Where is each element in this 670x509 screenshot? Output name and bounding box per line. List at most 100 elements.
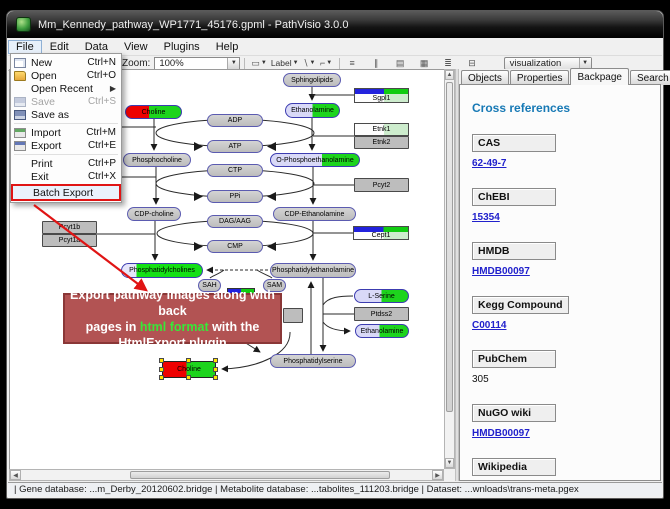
- file-menu-item-new[interactable]: NewCtrl+N: [11, 56, 121, 69]
- xref-database-header[interactable]: HMDB: [472, 242, 556, 260]
- xref-database-header[interactable]: ChEBI: [472, 188, 556, 206]
- xref-database-header[interactable]: NuGO wiki: [472, 404, 556, 422]
- toolbar-separator: [339, 58, 340, 69]
- title-bar[interactable]: Mm_Kennedy_pathway_WP1771_45176.gpml - P…: [7, 11, 663, 38]
- sidebar-splitter[interactable]: [455, 69, 459, 481]
- file-menu-item-open[interactable]: OpenCtrl+O: [11, 69, 121, 82]
- pathway-node-sgpl1[interactable]: Sgpl1: [354, 88, 409, 103]
- pathway-node-ppi[interactable]: PPi: [207, 190, 263, 203]
- xref-database-header[interactable]: Wikipedia: [472, 458, 556, 476]
- page-setup-icon[interactable]: ⊟: [464, 57, 481, 70]
- menu-help[interactable]: Help: [208, 40, 247, 54]
- menu-item-label: Save as: [31, 109, 69, 121]
- pathway-node-pcyt2[interactable]: Pcyt2: [354, 178, 409, 192]
- xref-database-header[interactable]: CAS: [472, 134, 556, 152]
- menu-file[interactable]: File: [8, 40, 42, 54]
- xref-database-header[interactable]: PubChem: [472, 350, 556, 368]
- file-menu-item-print[interactable]: PrintCtrl+P: [11, 157, 121, 170]
- sidebar-tabs: ObjectsPropertiesBackpageSearchLegend: [461, 69, 661, 85]
- xref-section: PubChem305: [472, 331, 648, 385]
- xref-link[interactable]: 15354: [472, 212, 648, 223]
- selection-handle[interactable]: [186, 375, 191, 380]
- menu-data[interactable]: Data: [77, 40, 116, 54]
- pathway-node-pcyt1b[interactable]: Pcyt1b: [42, 221, 97, 234]
- selection-handle[interactable]: [159, 367, 164, 372]
- visualization-dropdown-arrow-icon[interactable]: ▼: [579, 58, 591, 69]
- menu-view[interactable]: View: [116, 40, 156, 54]
- pathway-node-phosphatidylserine[interactable]: Phosphatidylserine: [270, 354, 356, 368]
- menu-item-label: Open: [31, 70, 57, 82]
- zoom-dropdown-arrow-icon[interactable]: ▼: [227, 58, 239, 69]
- tab-properties[interactable]: Properties: [510, 70, 570, 85]
- pathway-node-etnk2[interactable]: Etnk2: [354, 136, 409, 149]
- printer-icon[interactable]: ≣: [440, 57, 457, 70]
- stack-horizontal-icon[interactable]: ▤: [392, 57, 409, 70]
- menu-plugins[interactable]: Plugins: [156, 40, 208, 54]
- file-menu-item-export[interactable]: ExportCtrl+E: [11, 139, 121, 152]
- pathway-node-atp[interactable]: ATP: [207, 140, 263, 153]
- pathway-node-o-phosphoethanolamine[interactable]: O-Phosphoethanolamine: [270, 153, 360, 167]
- pathway-node-cdp-ethanolamine[interactable]: CDP-Ethanolamine: [273, 207, 356, 221]
- vertical-scroll-thumb[interactable]: [446, 82, 453, 412]
- label-tool-button[interactable]: Label▼: [269, 57, 301, 70]
- selection-handle[interactable]: [213, 367, 218, 372]
- stamp-tool-icon[interactable]: ≡: [344, 57, 361, 70]
- file-menu-item-open-recent[interactable]: Open Recent▶: [11, 82, 121, 95]
- pathway-node-ctp[interactable]: CTP: [207, 164, 263, 177]
- tab-objects[interactable]: Objects: [461, 70, 509, 85]
- selection-handle[interactable]: [159, 358, 164, 363]
- file-menu-item-batch-export[interactable]: Batch Export: [13, 186, 119, 199]
- stack-vertical-icon[interactable]: ▦: [416, 57, 433, 70]
- tab-search[interactable]: Search: [630, 70, 670, 85]
- pathway-node-adp[interactable]: ADP: [207, 114, 263, 127]
- pathway-node-phosphatidylethanolamine[interactable]: Phosphatidylethanolamine: [270, 263, 356, 278]
- selection-handle[interactable]: [186, 358, 191, 363]
- xref-database-header[interactable]: Kegg Compound: [472, 296, 569, 314]
- zoom-combobox[interactable]: 100% ▼: [154, 57, 240, 70]
- scroll-down-arrow-icon[interactable]: ▼: [445, 458, 454, 468]
- horizontal-scroll-thumb[interactable]: [130, 471, 390, 479]
- pathway-node-sphingolipids[interactable]: Sphingolipids: [283, 73, 341, 87]
- pathway-node-phosphatidylcholines[interactable]: Phosphatidylcholines: [121, 263, 203, 278]
- connector-tool-icon[interactable]: ⌐▼: [318, 57, 335, 70]
- selection-handle[interactable]: [159, 375, 164, 380]
- pathway-node-phosphocholine[interactable]: Phosphocholine: [123, 153, 191, 167]
- xref-link[interactable]: HMDB00097: [472, 428, 648, 439]
- file-menu-item-save[interactable]: SaveCtrl+S: [11, 95, 121, 108]
- pathway-node-etnk1[interactable]: Etnk1: [354, 123, 409, 136]
- line-tool-icon[interactable]: ∖▼: [301, 57, 318, 70]
- file-menu-item-import[interactable]: ImportCtrl+M: [11, 126, 121, 139]
- xref-link[interactable]: C00114: [472, 320, 648, 331]
- canvas-vertical-scrollbar[interactable]: ▲ ▼: [444, 69, 455, 469]
- menu-item-label: Batch Export: [33, 187, 93, 199]
- pathway-node-ethanolamine[interactable]: Ethanolamine: [355, 324, 409, 338]
- pathway-node-l-serine[interactable]: L-Serine: [354, 289, 409, 303]
- scroll-up-arrow-icon[interactable]: ▲: [445, 70, 454, 80]
- pathway-node-ptdss2[interactable]: Ptdss2: [354, 307, 409, 321]
- file-menu-item-save-as[interactable]: Save as: [11, 108, 121, 121]
- pathway-node-ethanolamine[interactable]: Ethanolamine: [285, 103, 340, 118]
- pathway-node-choline[interactable]: Choline: [125, 105, 182, 119]
- menu-item-shortcut: Ctrl+S: [88, 96, 116, 107]
- canvas-horizontal-scrollbar[interactable]: ◀ ▶: [9, 469, 444, 481]
- xref-link[interactable]: HMDB00097: [472, 266, 648, 277]
- callout-line: HtmlExport plugin: [118, 335, 226, 351]
- gene-node-tool-icon[interactable]: ▭▼: [249, 57, 268, 70]
- menu-item-label: Exit: [31, 171, 49, 183]
- align-tool-icon[interactable]: ∥: [368, 57, 385, 70]
- menu-edit[interactable]: Edit: [42, 40, 77, 54]
- scroll-right-arrow-icon[interactable]: ▶: [432, 470, 443, 480]
- selection-handle[interactable]: [213, 358, 218, 363]
- scroll-left-arrow-icon[interactable]: ◀: [10, 470, 21, 480]
- tab-backpage[interactable]: Backpage: [570, 68, 628, 85]
- selection-handle[interactable]: [213, 375, 218, 380]
- pathway-node-pcyt1a[interactable]: Pcyt1a: [42, 234, 97, 247]
- pathway-node-cept1[interactable]: Cept1: [353, 226, 409, 240]
- pathway-node-dag-aag[interactable]: DAG/AAG: [207, 215, 263, 228]
- file-menu-item-exit[interactable]: ExitCtrl+X: [11, 170, 121, 183]
- pathway-node-cdp-choline[interactable]: CDP-choline: [127, 207, 181, 221]
- xref-link[interactable]: 62-49-7: [472, 158, 648, 169]
- pathway-node-gene[interactable]: [283, 308, 303, 323]
- callout-text: HtmlExport plugin: [118, 336, 226, 350]
- pathway-node-cmp[interactable]: CMP: [207, 240, 263, 253]
